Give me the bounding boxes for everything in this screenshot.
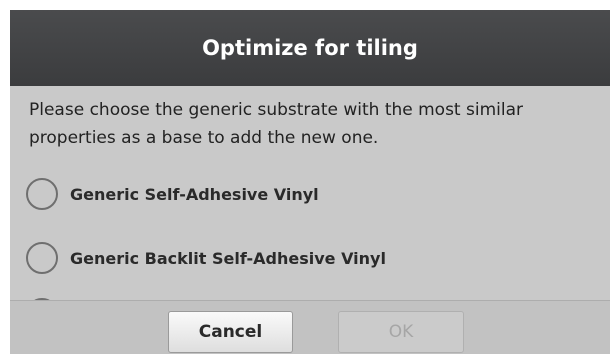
dialog-description: Please choose the generic substrate with… — [29, 100, 523, 148]
ok-button[interactable]: OK — [338, 311, 464, 353]
option-label: Generic Backlit Self-Adhesive Vinyl — [70, 248, 386, 268]
radio-button[interactable] — [26, 178, 58, 210]
option-generic-backlit-self-adhesive-vinyl[interactable]: Generic Backlit Self-Adhesive Vinyl — [26, 238, 386, 278]
dialog-footer: Cancel OK — [10, 300, 610, 354]
dialog-title-bar: Optimize for tiling — [10, 10, 610, 86]
radio-button[interactable] — [26, 242, 58, 274]
option-label: Generic Self-Adhesive Vinyl — [70, 184, 319, 204]
dialog-title: Optimize for tiling — [202, 36, 418, 60]
optimize-for-tiling-dialog: Optimize for tiling Please choose the ge… — [10, 10, 610, 354]
option-generic-self-adhesive-vinyl[interactable]: Generic Self-Adhesive Vinyl — [26, 174, 319, 214]
cancel-button[interactable]: Cancel — [168, 311, 293, 353]
